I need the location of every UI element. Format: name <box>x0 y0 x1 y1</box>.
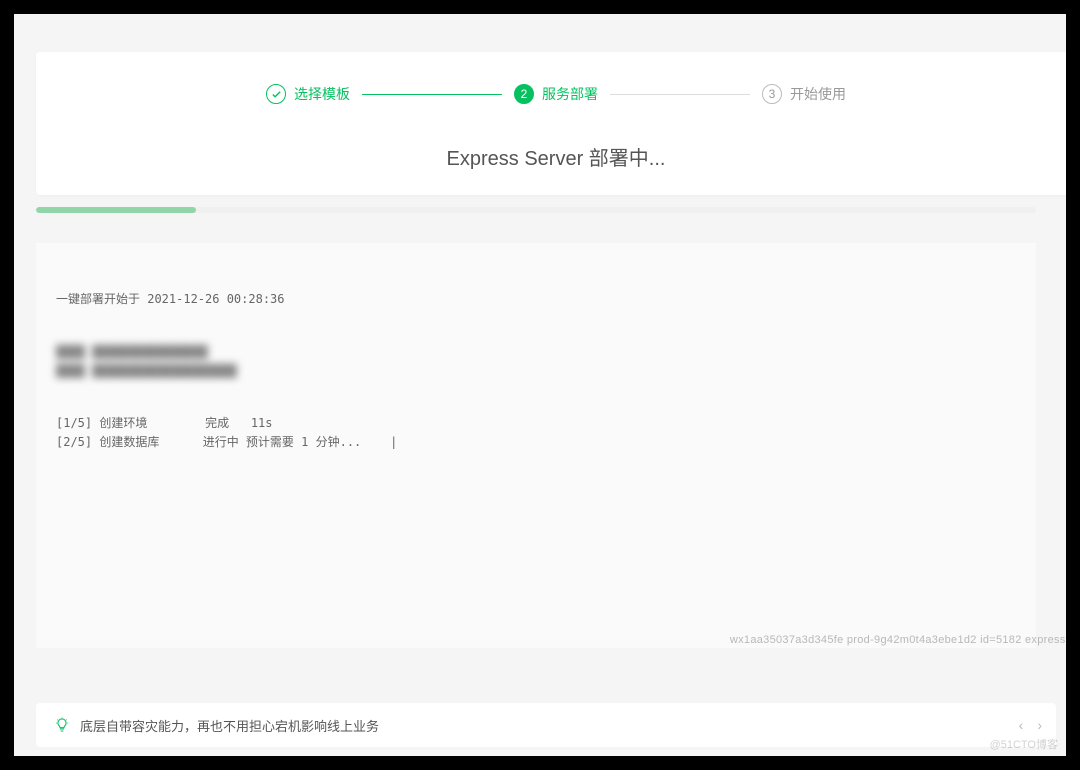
step-select-template[interactable]: 选择模板 <box>266 84 350 104</box>
window-frame: 选择模板 2 服务部署 3 开始使用 Express Server 部署中...… <box>0 0 1080 770</box>
progress-bar <box>36 207 1036 213</box>
step-connector <box>610 94 750 95</box>
tip-bar: 底层自带容灾能力，再也不用担心宕机影响线上业务 ‹ › <box>36 703 1056 747</box>
step-label: 服务部署 <box>542 84 598 104</box>
step-connector <box>362 94 502 95</box>
step-done-icon <box>266 84 286 104</box>
deploy-title: Express Server 部署中... <box>36 114 1066 195</box>
step-start-using: 3 开始使用 <box>762 84 846 104</box>
main-card: 选择模板 2 服务部署 3 开始使用 Express Server 部署中... <box>36 52 1066 195</box>
tip-prev-icon[interactable]: ‹ <box>1019 717 1024 733</box>
deploy-meta: wx1aa35037a3d345fe prod-9g42m0t4a3ebe1d2… <box>36 634 1066 646</box>
tip-next-icon[interactable]: › <box>1037 717 1042 733</box>
step-active-number: 2 <box>514 84 534 104</box>
tip-text: 底层自带容灾能力，再也不用担心宕机影响线上业务 <box>80 716 379 735</box>
step-pending-number: 3 <box>762 84 782 104</box>
deploy-log: 一键部署开始于 2021-12-26 00:28:36 ████ ███████… <box>36 243 1036 648</box>
step-label: 选择模板 <box>294 84 350 104</box>
log-line: [1/5] 创建环境 完成 11s <box>56 416 273 430</box>
log-start: 一键部署开始于 2021-12-26 00:28:36 <box>56 292 285 306</box>
stepper: 选择模板 2 服务部署 3 开始使用 <box>36 52 1066 114</box>
step-deploy[interactable]: 2 服务部署 <box>514 84 598 104</box>
lightbulb-icon <box>54 717 70 733</box>
watermark: @51CTO博客 <box>990 736 1058 752</box>
log-line: [2/5] 创建数据库 进行中 预计需要 1 分钟... | <box>56 435 397 449</box>
app-background: 选择模板 2 服务部署 3 开始使用 Express Server 部署中...… <box>14 14 1066 756</box>
progress-fill <box>36 207 196 213</box>
log-redacted: ████ ████████████████ ████ █████████████… <box>56 343 237 381</box>
step-label: 开始使用 <box>790 84 846 104</box>
